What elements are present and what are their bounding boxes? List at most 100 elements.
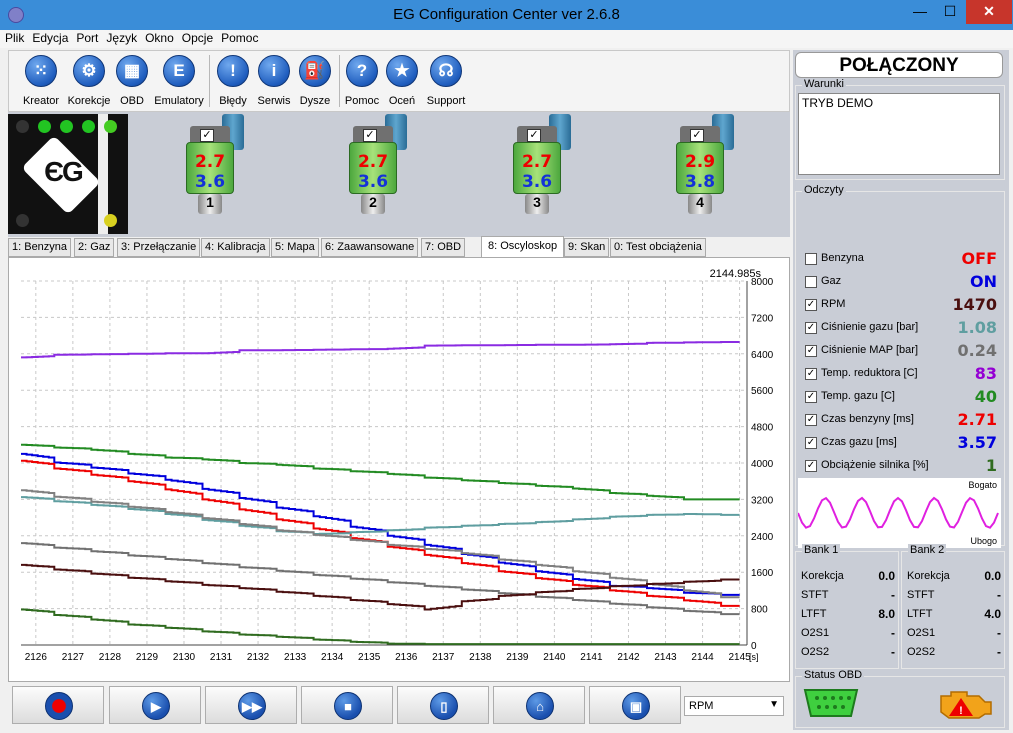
- injector-1[interactable]: ✓ 2.7 3.6 1: [186, 114, 256, 214]
- e-icon: E: [163, 55, 195, 87]
- odczyty-title: Odczyty: [802, 184, 846, 196]
- obd-connector-icon[interactable]: [801, 686, 861, 720]
- odczyt-checkbox[interactable]: ✓: [805, 345, 817, 357]
- odczyt-checkbox[interactable]: ✓: [805, 391, 817, 403]
- new-file-button[interactable]: ▯: [397, 686, 489, 724]
- play-button[interactable]: ▶: [109, 686, 201, 724]
- injector-checkbox[interactable]: ✓: [527, 129, 541, 142]
- series-line: [21, 489, 740, 599]
- eg-logo-text: ЄG: [44, 156, 84, 187]
- odczyt-checkbox[interactable]: ✓: [805, 299, 817, 311]
- tab-oscyloskop[interactable]: 8: Oscyloskop: [481, 236, 565, 257]
- info-icon: i: [258, 55, 290, 87]
- bank-label: LTFT: [801, 608, 827, 620]
- odczyt-checkbox[interactable]: ✓: [805, 368, 817, 380]
- y-tick-label: 5600: [751, 386, 774, 397]
- record-button[interactable]: [12, 686, 104, 724]
- oscilloscope-chart[interactable]: 0 800 1600 2400 3200 4000 4800 5600 6400 7200 8000…: [8, 257, 790, 682]
- menu-opcje[interactable]: Opcje: [179, 30, 216, 46]
- maximize-button[interactable]: ☐: [935, 0, 965, 24]
- odczyt-row: ✓ Czas benzyny [ms] 2.71: [803, 410, 999, 431]
- save-button[interactable]: ▣: [589, 686, 681, 724]
- channel-select[interactable]: RPM ▼: [684, 696, 784, 716]
- support-button[interactable]: ☊ Support: [423, 55, 469, 107]
- y-tick-label: 6400: [751, 350, 774, 361]
- y-tick-label: 4800: [751, 423, 774, 434]
- x-tick-label: 2132: [247, 652, 270, 663]
- bank-label: Korekcja: [801, 570, 844, 582]
- record-icon: [45, 692, 73, 720]
- tab-skan[interactable]: 9: Skan: [564, 238, 610, 257]
- x-tick-label: 2131: [210, 652, 233, 663]
- serwis-button[interactable]: i Serwis: [253, 55, 295, 107]
- odczyt-label: Benzyna: [821, 252, 864, 264]
- bank-2-title: Bank 2: [908, 544, 947, 556]
- injector-gas-time: 3.8: [684, 172, 716, 192]
- bank-row: Korekcja 0.0: [907, 568, 1003, 586]
- lambda-wave-svg: Bogato Ubogo: [797, 480, 999, 546]
- menu-pomoc[interactable]: Pomoc: [218, 30, 261, 46]
- menu-jezyk[interactable]: Język: [103, 30, 140, 46]
- x-tick-label: 2145: [728, 652, 751, 663]
- odczyt-checkbox[interactable]: ✓: [805, 437, 817, 449]
- bank-row: LTFT 8.0: [801, 606, 897, 624]
- bank-value: 8.0: [878, 607, 895, 621]
- bank-row: O2S2 -: [907, 644, 1003, 662]
- odczyt-checkbox[interactable]: [805, 276, 817, 288]
- x-tick-label: 2140: [543, 652, 566, 663]
- new-file-icon: ▯: [430, 692, 458, 720]
- tab-test-obciazenia[interactable]: 0: Test obciążenia: [610, 238, 706, 257]
- menu-plik[interactable]: Plik: [2, 30, 27, 46]
- injector-2[interactable]: ✓ 2.7 3.6 2: [349, 114, 419, 214]
- tab-gaz[interactable]: 2: Gaz: [74, 238, 115, 257]
- tab-zaawansowane[interactable]: 6: Zaawansowane: [321, 238, 419, 257]
- open-folder-button[interactable]: ⌂: [493, 686, 585, 724]
- odczyt-value: 0.24: [957, 341, 997, 360]
- obd-button[interactable]: ▦ OBD: [113, 55, 151, 107]
- check-engine-icon[interactable]: !: [935, 686, 995, 720]
- odczyt-checkbox[interactable]: ✓: [805, 414, 817, 426]
- emulatory-button[interactable]: E Emulatory: [151, 55, 207, 107]
- odczyt-value: 1: [985, 456, 997, 475]
- injector-checkbox[interactable]: ✓: [690, 129, 704, 142]
- tab-strip: 1: Benzyna 2: Gaz 3: Przełączanie 4: Kal…: [8, 236, 790, 257]
- fast-forward-button[interactable]: ▶▶: [205, 686, 297, 724]
- injector-4[interactable]: ✓ 2.9 3.8 4: [676, 114, 746, 214]
- y-tick-label: 0: [751, 641, 757, 652]
- tab-mapa[interactable]: 5: Mapa: [271, 238, 319, 257]
- star-icon: ★: [386, 55, 418, 87]
- menu-edycja[interactable]: Edycja: [29, 30, 71, 46]
- bank-label: LTFT: [907, 608, 933, 620]
- close-button[interactable]: ✕: [966, 0, 1012, 24]
- bank-value: -: [997, 588, 1001, 602]
- led-indicator: [104, 214, 117, 227]
- odczyt-label: Czas gazu [ms]: [821, 436, 897, 448]
- menu-bar: Plik Edycja Port Język Okno Opcje Pomoc: [0, 30, 1013, 48]
- odczyt-checkbox[interactable]: ✓: [805, 460, 817, 472]
- minimize-button[interactable]: —: [905, 0, 935, 24]
- injector-checkbox[interactable]: ✓: [363, 129, 377, 142]
- stop-button[interactable]: ■: [301, 686, 393, 724]
- tab-obd[interactable]: 7: OBD: [421, 238, 466, 257]
- injector-checkbox[interactable]: ✓: [200, 129, 214, 142]
- bledy-button[interactable]: ! Błędy: [213, 55, 253, 107]
- dysze-button[interactable]: ⛽ Dysze: [295, 55, 335, 107]
- tab-kalibracja[interactable]: 4: Kalibracja: [201, 238, 270, 257]
- injector-gas-time: 3.6: [194, 172, 226, 192]
- odczyt-checkbox[interactable]: [805, 253, 817, 265]
- bank-row: Korekcja 0.0: [801, 568, 897, 586]
- x-tick-label: 2138: [469, 652, 492, 663]
- korekcje-button[interactable]: ⚙ Korekcje: [65, 55, 113, 107]
- ocen-button[interactable]: ★ Oceń: [383, 55, 421, 107]
- bank-row: O2S2 -: [801, 644, 897, 662]
- kreator-button[interactable]: ⁙ Kreator: [15, 55, 67, 107]
- injector-3[interactable]: ✓ 2.7 3.6 3: [513, 114, 583, 214]
- bank-label: O2S2: [801, 646, 830, 658]
- odczyt-label: Obciążenie silnika [%]: [821, 459, 929, 471]
- menu-okno[interactable]: Okno: [142, 30, 177, 46]
- odczyt-checkbox[interactable]: ✓: [805, 322, 817, 334]
- tab-przelaczanie[interactable]: 3: Przełączanie: [117, 238, 201, 257]
- pomoc-button[interactable]: ? Pomoc: [343, 55, 381, 107]
- tab-benzyna[interactable]: 1: Benzyna: [8, 238, 72, 257]
- menu-port[interactable]: Port: [73, 30, 101, 46]
